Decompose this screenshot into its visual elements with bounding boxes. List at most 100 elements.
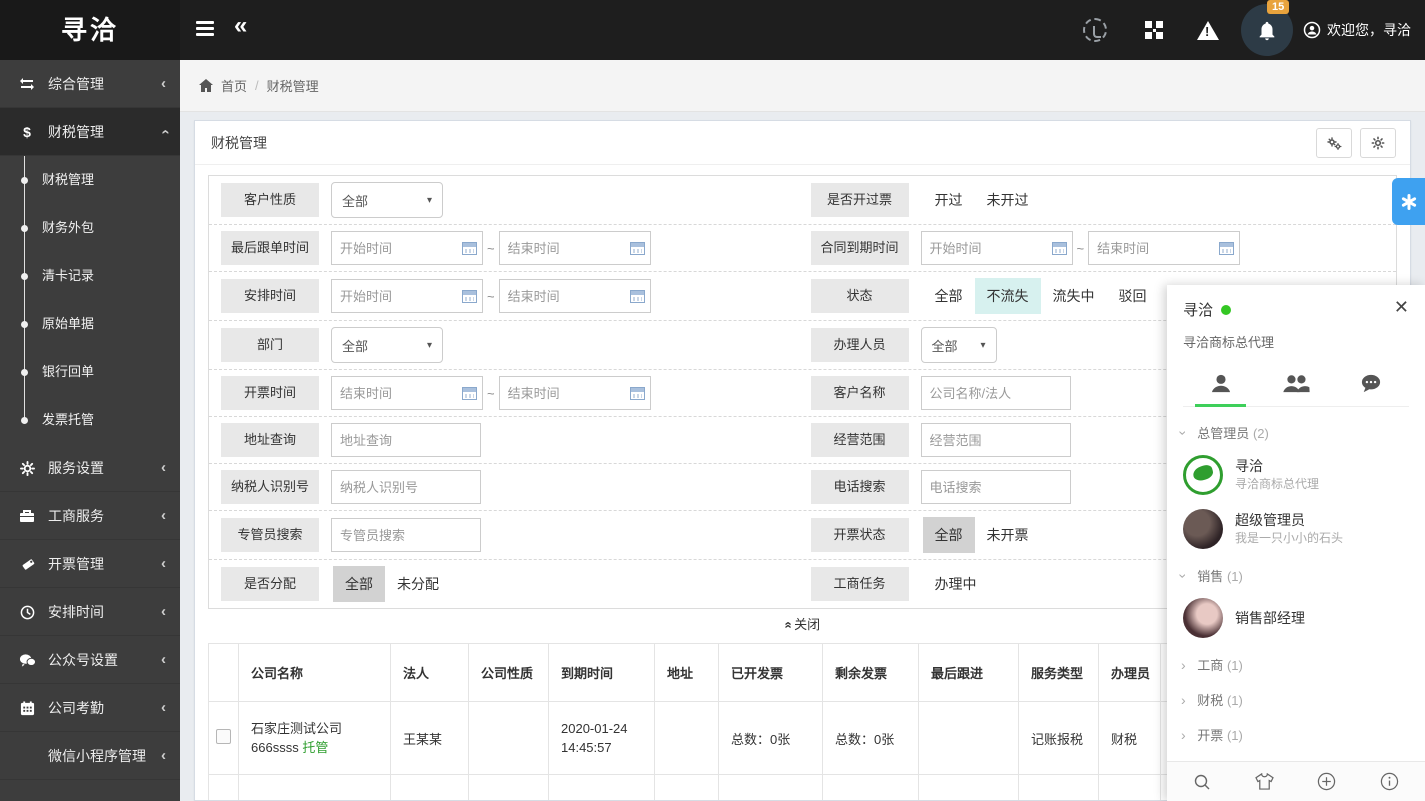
group-business[interactable]: › 工商 (1) — [1167, 645, 1425, 680]
sidebar-item-general-management[interactable]: 综合管理 ‹ — [0, 60, 180, 108]
qr-code-icon[interactable] — [1145, 21, 1163, 39]
contact-item[interactable]: 超级管理员 我是一只小小的石头 — [1167, 502, 1425, 556]
phone-search-input[interactable] — [921, 470, 1071, 504]
settings-button[interactable] — [1360, 128, 1396, 158]
breadcrumb-home[interactable]: 首页 — [221, 76, 247, 95]
status-option-losing[interactable]: 流失中 — [1041, 278, 1107, 314]
assigned-option-unassigned[interactable]: 未分配 — [385, 566, 451, 602]
close-icon[interactable]: ✕ — [1394, 297, 1409, 318]
invoice-status-option-all[interactable]: 全部 — [923, 517, 975, 553]
calendar-icon — [16, 684, 38, 732]
collapse-sidebar-icon[interactable]: « — [234, 12, 247, 40]
chevron-left-icon: ‹ — [161, 492, 166, 540]
contact-item[interactable]: 销售部经理 — [1167, 591, 1425, 645]
quick-settings-button[interactable] — [1392, 178, 1425, 225]
tab-messages[interactable] — [1334, 365, 1409, 406]
cell-company: 石家庄测试公司 666ssss 托管 — [239, 702, 391, 775]
search-icon[interactable] — [1193, 773, 1211, 791]
calendar-icon[interactable] — [1219, 242, 1234, 255]
chevron-icon: › — [1175, 574, 1191, 579]
tab-groups[interactable] — [1258, 365, 1333, 406]
sidebar-item-official-account[interactable]: 公众号设置 ‹ — [0, 636, 180, 684]
wechat-icon — [16, 636, 38, 684]
submenu-item-bank-receipts[interactable]: 银行回单 — [0, 348, 180, 396]
contacts-list: › 总管理员 (2) 寻洽 寻洽商标总代理 超级管理员 我是一只小小的石头 › … — [1167, 413, 1425, 761]
avatar — [1183, 598, 1223, 638]
assigned-option-all[interactable]: 全部 — [333, 566, 385, 602]
user-menu[interactable]: 欢迎您，寻洽 — [1303, 20, 1411, 40]
option-invoiced[interactable]: 开过 — [923, 182, 975, 218]
business-task-option-processing[interactable]: 办理中 — [923, 566, 989, 602]
filter-row: 最后跟单时间 ~ 合同到期时间 ~ — [209, 225, 1396, 272]
handler-select[interactable]: 全部 ▾ — [921, 327, 997, 363]
col-remaining: 剩余发票 — [823, 644, 919, 702]
status-option-rejected[interactable]: 驳回 — [1107, 278, 1159, 314]
briefcase-icon — [16, 492, 38, 540]
sidebar-item-attendance[interactable]: 公司考勤 ‹ — [0, 684, 180, 732]
info-icon[interactable] — [1380, 772, 1399, 791]
option-not-invoiced[interactable]: 未开过 — [975, 182, 1041, 218]
col-service-type: 服务类型 — [1019, 644, 1099, 702]
cogs-button[interactable] — [1316, 128, 1352, 158]
invoice-end-date — [499, 376, 651, 410]
contact-item[interactable]: 寻洽 寻洽商标总代理 — [1167, 448, 1425, 502]
cell-legal-person: 王某某 — [391, 702, 469, 775]
calendar-icon[interactable] — [462, 290, 477, 303]
supervisor-search-input[interactable] — [331, 518, 481, 552]
customer-nature-select[interactable]: 全部 ▾ — [331, 182, 443, 218]
add-icon[interactable] — [1317, 772, 1336, 791]
calendar-icon[interactable] — [630, 387, 645, 400]
status-option-all[interactable]: 全部 — [923, 278, 975, 314]
group-finance[interactable]: › 财税 (1) — [1167, 680, 1425, 715]
calendar-icon[interactable] — [1052, 242, 1067, 255]
submenu-item-original-documents[interactable]: 原始单据 — [0, 300, 180, 348]
warning-icon[interactable] — [1197, 21, 1219, 40]
submenu-item-card-clearing[interactable]: 清卡记录 — [0, 252, 180, 300]
submenu-item-finance-tax[interactable]: 财税管理 — [0, 156, 180, 204]
submenu-item-invoice-hosting[interactable]: 发票托管 — [0, 396, 180, 444]
chevron-icon: › — [1181, 657, 1186, 673]
page-title: 财税管理 — [195, 121, 1410, 165]
invoice-status-option-none[interactable]: 未开票 — [975, 517, 1041, 553]
filter-label-contract-expiry-time: 合同到期时间 — [811, 231, 909, 265]
sidebar-item-schedule-time[interactable]: 安排时间 ‹ — [0, 588, 180, 636]
submenu-item-finance-outsourcing[interactable]: 财务外包 — [0, 204, 180, 252]
select-all-cell — [209, 644, 239, 702]
row-checkbox[interactable] — [216, 729, 231, 744]
department-select[interactable]: 全部 ▾ — [331, 327, 443, 363]
chevron-icon: › — [1181, 727, 1186, 743]
sidebar-item-wechat-miniprogram[interactable]: 微信小程序管理 ‹ — [0, 732, 180, 780]
col-legal-person: 法人 — [391, 644, 469, 702]
cell-address — [655, 702, 719, 775]
menu-toggle-icon[interactable] — [196, 21, 214, 37]
col-last-follow: 最后跟进 — [919, 644, 1019, 702]
chat-title: 寻洽 — [1183, 299, 1213, 320]
business-scope-input[interactable] — [921, 423, 1071, 457]
calendar-icon[interactable] — [630, 242, 645, 255]
chevron-left-icon: ‹ — [161, 588, 166, 636]
tab-contacts[interactable] — [1183, 365, 1258, 406]
status-option-not-lost[interactable]: 不流失 — [975, 278, 1041, 314]
cell-invoiced: 总数：0张 — [719, 702, 823, 775]
filter-label-invoiced-before: 是否开过票 — [811, 183, 909, 217]
caret-down-icon: ▾ — [980, 340, 985, 351]
shirt-icon[interactable] — [1255, 773, 1274, 790]
calendar-icon[interactable] — [630, 290, 645, 303]
group-sales[interactable]: › 销售 (1) — [1167, 556, 1425, 591]
customer-name-input[interactable] — [921, 376, 1071, 410]
sidebar-item-service-settings[interactable]: 服务设置 ‹ — [0, 444, 180, 492]
breadcrumb: 首页 / 财税管理 — [180, 60, 1425, 112]
sidebar-item-invoicing-management[interactable]: 开票管理 ‹ — [0, 540, 180, 588]
calendar-icon[interactable] — [462, 387, 477, 400]
group-invoicing[interactable]: › 开票 (1) — [1167, 715, 1425, 750]
topbar-actions: 15 欢迎您，寻洽 — [1083, 0, 1425, 60]
spinner-icon[interactable] — [1083, 18, 1107, 42]
address-search-input[interactable] — [331, 423, 481, 457]
notifications-button[interactable]: 15 — [1241, 4, 1293, 56]
schedule-start-date — [331, 279, 483, 313]
calendar-icon[interactable] — [462, 242, 477, 255]
sidebar-item-finance-tax[interactable]: $ 财税管理 ‹ — [0, 108, 180, 156]
sidebar-item-business-services[interactable]: 工商服务 ‹ — [0, 492, 180, 540]
group-super-admins[interactable]: › 总管理员 (2) — [1167, 413, 1425, 448]
taxpayer-id-input[interactable] — [331, 470, 481, 504]
